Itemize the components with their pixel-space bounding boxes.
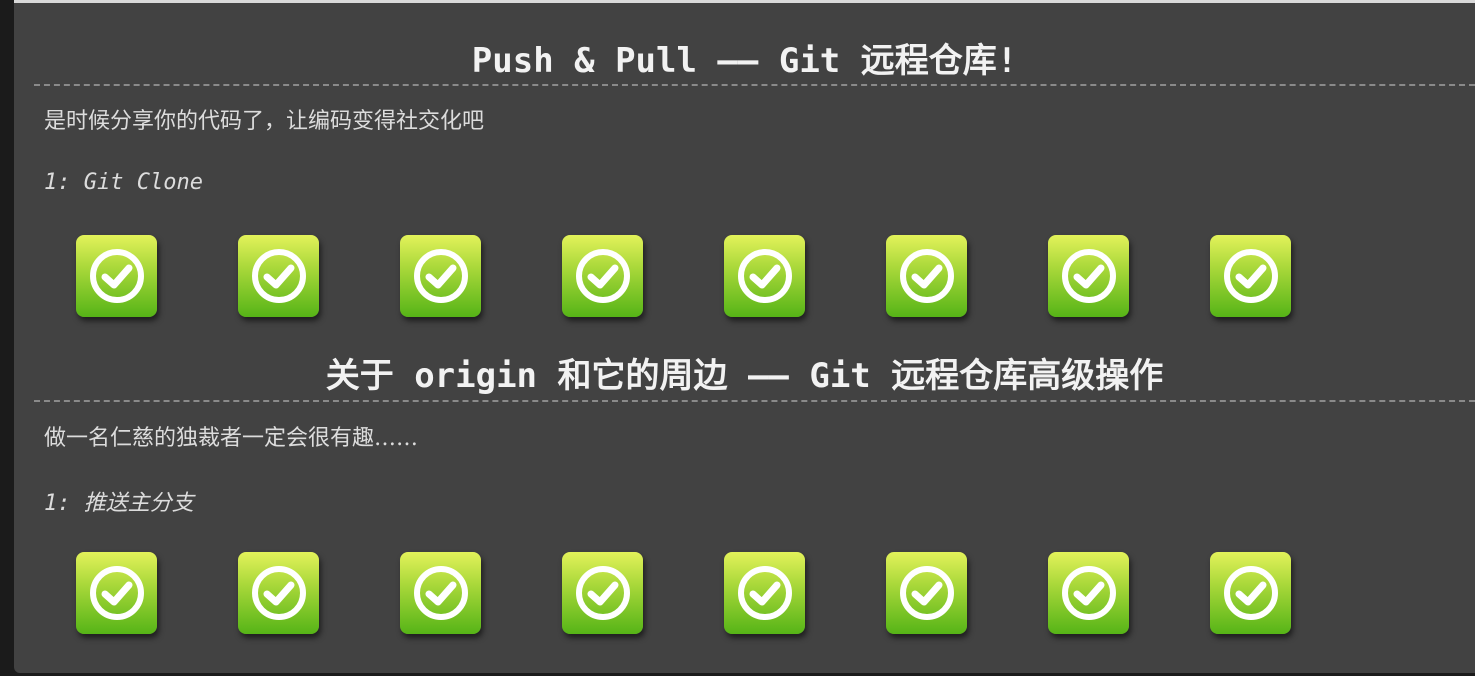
check-circle-icon [897, 246, 957, 306]
subsection-label: 1: 推送主分支 [44, 491, 194, 516]
check-circle-icon [1221, 563, 1281, 623]
level-button-row [76, 235, 1291, 317]
level-button[interactable] [886, 235, 967, 317]
check-circle-icon [249, 563, 309, 623]
section-title: Push & Pull —— Git 远程仓库! [471, 41, 1018, 81]
level-button[interactable] [238, 235, 319, 317]
level-button[interactable] [1210, 552, 1291, 634]
level-button[interactable] [1048, 552, 1129, 634]
check-circle-icon [735, 563, 795, 623]
level-button[interactable] [724, 552, 805, 634]
check-circle-icon [1059, 246, 1119, 306]
check-circle-icon [1221, 246, 1281, 306]
check-circle-icon [411, 246, 471, 306]
level-button[interactable] [562, 235, 643, 317]
level-button[interactable] [400, 235, 481, 317]
level-button[interactable] [886, 552, 967, 634]
section-description: 做一名仁慈的独裁者一定会很有趣…… [44, 426, 419, 451]
check-circle-icon [573, 563, 633, 623]
level-button[interactable] [724, 235, 805, 317]
section-divider [34, 84, 1475, 86]
check-circle-icon [411, 563, 471, 623]
level-button[interactable] [400, 552, 481, 634]
section-divider [34, 400, 1475, 402]
check-circle-icon [897, 563, 957, 623]
level-button[interactable] [1048, 235, 1129, 317]
level-select-panel: Push & Pull —— Git 远程仓库! 是时候分享你的代码了，让编码变… [14, 3, 1475, 673]
section-title: 关于 origin 和它的周边 —— Git 远程仓库高级操作 [325, 356, 1164, 396]
section-description: 是时候分享你的代码了，让编码变得社交化吧 [44, 109, 485, 134]
check-circle-icon [1059, 563, 1119, 623]
check-circle-icon [249, 246, 309, 306]
level-button[interactable] [238, 552, 319, 634]
level-button[interactable] [1210, 235, 1291, 317]
level-button[interactable] [76, 235, 157, 317]
check-circle-icon [735, 246, 795, 306]
check-circle-icon [87, 563, 147, 623]
check-circle-icon [87, 246, 147, 306]
level-button-row [76, 552, 1291, 634]
check-circle-icon [573, 246, 633, 306]
level-button[interactable] [76, 552, 157, 634]
level-button[interactable] [562, 552, 643, 634]
subsection-label: 1: Git Clone [44, 170, 203, 195]
